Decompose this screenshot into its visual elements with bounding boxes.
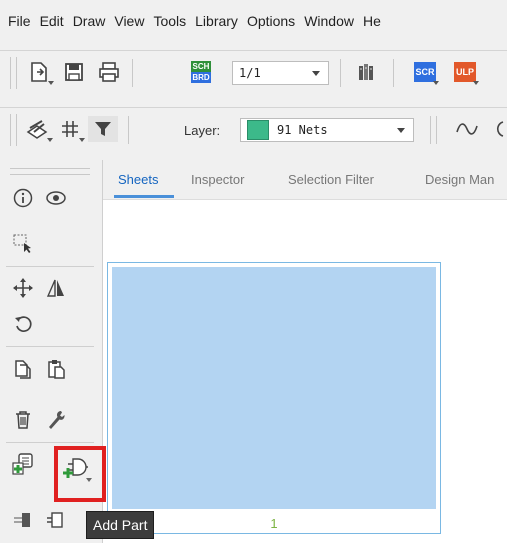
layer-color-swatch [247, 120, 269, 140]
toolbar-grip[interactable] [10, 114, 17, 146]
show-button[interactable] [41, 184, 71, 212]
add-part-icon [63, 458, 88, 478]
arc-icon [496, 121, 504, 137]
library-add-icon [12, 453, 33, 475]
run-script-button[interactable]: SCR [410, 59, 440, 85]
menu-window[interactable]: Window [304, 13, 354, 29]
toolbar-separator [393, 59, 394, 87]
select-icon [13, 234, 31, 253]
menu-file[interactable]: File [8, 13, 31, 29]
delete-icon [16, 411, 30, 429]
menu-options[interactable]: Options [247, 13, 295, 29]
wave-icon [456, 123, 478, 135]
pin-icon [14, 513, 30, 527]
menu-library[interactable]: Library [195, 13, 238, 29]
tab-selection-filter[interactable]: Selection Filter [288, 172, 374, 187]
sheet-select[interactable]: 1/1 [232, 61, 329, 85]
scr-icon: SCR [414, 62, 436, 82]
filter-icon [95, 122, 111, 136]
open-button[interactable] [24, 59, 54, 85]
print-icon [99, 62, 119, 82]
books-icon [359, 64, 373, 80]
gate-icon [47, 512, 63, 528]
panel-tabs: Sheets Inspector Selection Filter Design… [103, 160, 507, 200]
layer-toolbar: Layer: 91 Nets [0, 107, 507, 151]
run-ulp-button[interactable]: ULP [450, 59, 480, 85]
mirror-button[interactable] [41, 274, 71, 302]
rotate-icon [15, 316, 32, 332]
move-button[interactable] [8, 274, 38, 302]
library-manager-button[interactable] [352, 59, 382, 85]
sheet-number: 1 [270, 516, 278, 531]
copy-button[interactable] [8, 355, 38, 383]
paste-icon [48, 360, 65, 379]
sidebar-separator [6, 346, 94, 347]
group-select-button[interactable] [8, 230, 38, 258]
toolbar-separator [340, 59, 341, 87]
sheet-preview [112, 267, 436, 509]
wire-style-button[interactable] [452, 116, 482, 142]
sidebar-separator [6, 442, 94, 443]
menu-help[interactable]: He [363, 13, 381, 29]
active-tab-indicator [114, 195, 174, 198]
pin-button[interactable] [8, 506, 38, 534]
tab-inspector[interactable]: Inspector [191, 172, 244, 187]
grid-button[interactable] [55, 116, 85, 142]
info-icon [13, 188, 33, 208]
add-part-button[interactable] [60, 454, 92, 482]
menu-edit[interactable]: Edit [40, 13, 64, 29]
filter-button[interactable] [88, 116, 118, 142]
menu-bar: File Edit Draw View Tools Library Option… [0, 0, 507, 42]
chevron-down-icon [397, 128, 405, 133]
layer-select[interactable]: 91 Nets [240, 118, 414, 142]
menu-view[interactable]: View [114, 13, 144, 29]
layer-settings-button[interactable] [22, 116, 53, 142]
sheet-thumbnail-item[interactable]: 1 [107, 262, 441, 534]
sidebar-separator [6, 266, 94, 267]
menu-draw[interactable]: Draw [73, 13, 106, 29]
menu-tools[interactable]: Tools [153, 13, 186, 29]
add-part-library-button[interactable] [8, 450, 38, 478]
delete-button[interactable] [8, 406, 38, 434]
layers-icon [26, 120, 48, 139]
tab-sheets[interactable]: Sheets [118, 172, 158, 187]
layer-label: Layer: [184, 123, 221, 138]
chevron-down-icon [312, 71, 320, 76]
paste-button[interactable] [41, 355, 71, 383]
info-button[interactable] [8, 184, 38, 212]
sch-brd-icon: SCH BRD [191, 61, 211, 83]
open-icon [31, 62, 47, 82]
copy-icon [15, 360, 31, 379]
sheets-panel: 1 [103, 200, 507, 543]
wrench-icon [49, 411, 65, 429]
toolbar-separator [436, 116, 437, 144]
gate-button[interactable] [41, 506, 71, 534]
bend-style-button[interactable] [492, 116, 506, 142]
main-toolbar: SCH BRD 1/1 SCR ULP [0, 50, 507, 94]
save-icon [65, 63, 83, 81]
command-toolbar [0, 160, 103, 543]
sch-brd-switch-button[interactable]: SCH BRD [190, 59, 212, 85]
toolbar-separator [132, 59, 133, 87]
change-button[interactable] [41, 406, 71, 434]
tooltip: Add Part [86, 511, 155, 539]
rotate-button[interactable] [8, 310, 38, 338]
toolbar-separator [128, 116, 129, 144]
print-button[interactable] [94, 59, 124, 85]
move-icon [13, 278, 33, 298]
toolbar-grip[interactable] [10, 168, 90, 175]
eye-icon [46, 191, 66, 205]
save-button[interactable] [59, 59, 89, 85]
mirror-icon [46, 279, 64, 297]
toolbar-separator [430, 116, 431, 144]
toolbar-grip[interactable] [10, 57, 17, 89]
ulp-icon: ULP [454, 62, 476, 82]
grid-icon [62, 121, 78, 137]
tab-design-manager[interactable]: Design Man [425, 172, 494, 187]
